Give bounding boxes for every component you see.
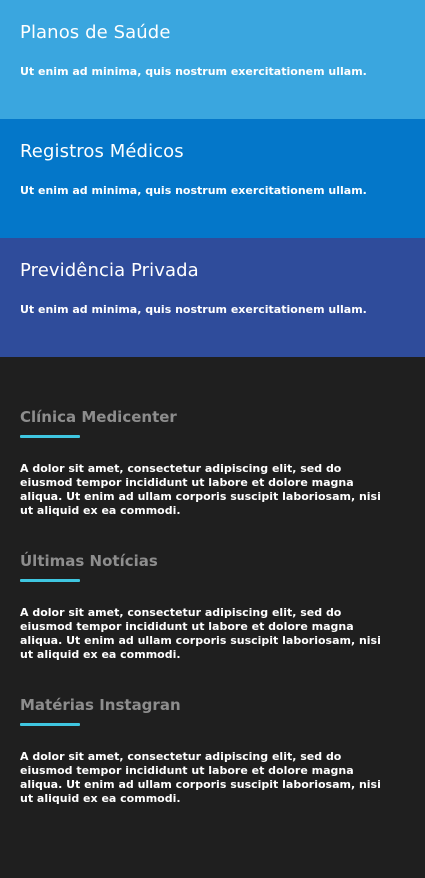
card-text: Ut enim ad minima, quis nostrum exercita… (20, 303, 367, 316)
title-underline (20, 435, 80, 438)
title-underline (20, 723, 80, 726)
hero-cards: Planos de Saúde Ut enim ad minima, quis … (0, 0, 425, 357)
footer-section-title: Matérias Instagran (20, 696, 181, 714)
footer-section-clinica: Clínica Medicenter A dolor sit amet, con… (20, 407, 405, 551)
card-planos-de-saude[interactable]: Planos de Saúde Ut enim ad minima, quis … (0, 0, 425, 119)
card-text: Ut enim ad minima, quis nostrum exercita… (20, 184, 367, 197)
footer-section-title: Últimas Notícias (20, 552, 158, 570)
card-title: Previdência Privada (20, 260, 199, 281)
footer-section-text: A dolor sit amet, consectetur adipiscing… (20, 462, 381, 517)
title-underline (20, 579, 80, 582)
card-title: Registros Médicos (20, 141, 184, 162)
card-registros-medicos[interactable]: Registros Médicos Ut enim ad minima, qui… (0, 119, 425, 238)
footer-section-instagram: Matérias Instagran A dolor sit amet, con… (20, 695, 405, 839)
footer-section-text: A dolor sit amet, consectetur adipiscing… (20, 750, 381, 805)
footer: Clínica Medicenter A dolor sit amet, con… (0, 357, 425, 878)
card-text: Ut enim ad minima, quis nostrum exercita… (20, 65, 367, 78)
card-title: Planos de Saúde (20, 22, 171, 43)
footer-section-text: A dolor sit amet, consectetur adipiscing… (20, 606, 381, 661)
footer-section-title: Clínica Medicenter (20, 408, 177, 426)
card-previdencia-privada[interactable]: Previdência Privada Ut enim ad minima, q… (0, 238, 425, 357)
footer-section-noticias: Últimas Notícias A dolor sit amet, conse… (20, 551, 405, 695)
